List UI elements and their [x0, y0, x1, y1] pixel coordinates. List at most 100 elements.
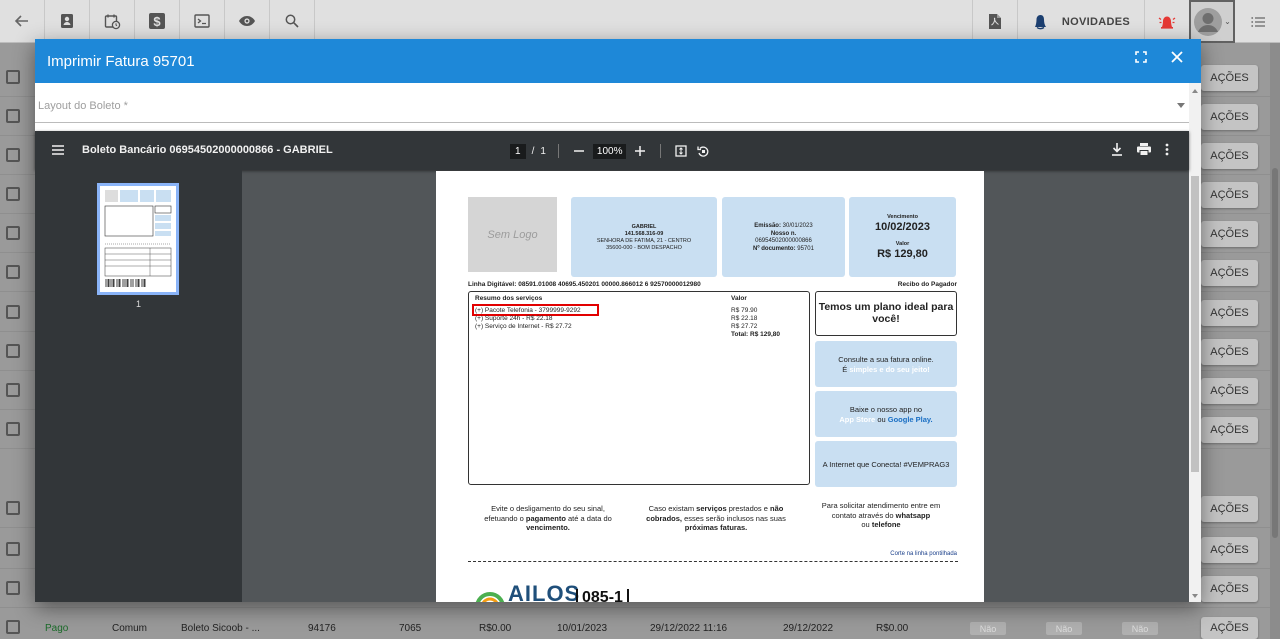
more-options-icon[interactable] [1165, 143, 1169, 159]
app-store-link: App Store [839, 415, 876, 424]
row-checkbox[interactable] [6, 70, 20, 84]
scroll-down-icon[interactable] [1192, 594, 1198, 598]
footer-text: próximas faturas. [684, 523, 748, 532]
page-thumbnail[interactable] [97, 183, 179, 295]
service-item: (+) Pacote Telefonia - 3799999-9292 [475, 307, 581, 314]
service-value: R$ 22.18 [731, 315, 758, 322]
current-page-input[interactable]: 1 [510, 143, 526, 159]
cell-value: R$0.00 [479, 623, 512, 634]
documento-number: 95701 [797, 245, 814, 252]
alarm-bell-icon[interactable] [1144, 0, 1189, 43]
valor-amount: R$ 129,80 [877, 248, 928, 260]
page-scrollbar[interactable] [1270, 43, 1280, 639]
internet-slogan-box: A Internet que Conecta! #VEMPRAG3 [815, 441, 957, 487]
valor-label: Valor [895, 241, 910, 247]
zoom-in-icon[interactable] [632, 143, 648, 159]
acoes-button[interactable]: AÇÕES [1201, 576, 1258, 602]
client-city: 35600-000 - BOM DESPACHO [606, 245, 682, 251]
dialog-scrollbar[interactable] [1189, 83, 1201, 602]
acoes-button[interactable]: AÇÕES [1201, 617, 1258, 639]
list-menu-icon[interactable] [1235, 0, 1280, 43]
emissao-date: 30/01/2023 [782, 223, 813, 229]
footer-text: Caso existam [648, 504, 695, 513]
acoes-button[interactable]: AÇÕES [1201, 537, 1258, 563]
row-checkbox[interactable] [6, 620, 20, 634]
row-checkbox[interactable] [6, 542, 20, 556]
contact-card-icon[interactable] [45, 0, 90, 43]
dollar-icon[interactable]: $ [135, 0, 180, 43]
hamburger-menu-icon[interactable] [52, 144, 64, 158]
page-navigation: 1 / 1 100% [510, 143, 711, 159]
rotate-icon[interactable] [695, 143, 711, 159]
flag-badge: Não [1122, 622, 1158, 635]
row-checkbox[interactable] [6, 344, 20, 358]
terminal-icon[interactable] [180, 0, 225, 43]
cut-line [468, 561, 958, 562]
footer-text: serviços [696, 504, 727, 513]
zoom-level-input[interactable]: 100% [592, 143, 627, 159]
service-item: (+) Suporte 24h - R$ 22.18 [475, 315, 553, 322]
flag-badge: Não [970, 622, 1006, 635]
row-checkbox[interactable] [6, 422, 20, 436]
chevron-down-icon: ⌄ [1224, 17, 1231, 26]
row-checkbox[interactable] [6, 581, 20, 595]
cta-consult-line1: Consulte a sua fatura online. [838, 355, 934, 364]
row-checkbox[interactable] [6, 265, 20, 279]
cell-date: 29/12/2022 [783, 623, 834, 634]
client-info-box: GABRIEL 141.568.316-09 SENHORA DE FATIMA… [571, 197, 717, 277]
footer-text: contato através do [831, 510, 894, 520]
acoes-button[interactable]: AÇÕES [1201, 65, 1258, 91]
row-checkbox[interactable] [6, 305, 20, 319]
emission-info-box: Emissão: 30/01/2023 Nosso n. 06954502000… [722, 197, 845, 277]
row-checkbox[interactable] [6, 109, 20, 123]
footer-text: cobrados, [646, 513, 683, 523]
client-name: GABRIEL [631, 224, 657, 230]
page-scrollbar-thumb[interactable] [1272, 168, 1278, 538]
print-icon[interactable] [1137, 143, 1151, 159]
acoes-button[interactable]: AÇÕES [1201, 378, 1258, 404]
scroll-up-icon[interactable] [1192, 89, 1198, 93]
nosso-numero-label: Nosso n. [770, 230, 797, 237]
user-avatar-button[interactable]: ⌄ [1189, 0, 1235, 43]
pdf-file-icon[interactable] [971, 0, 1017, 43]
row-checkbox[interactable] [6, 226, 20, 240]
cta-consult-line2a: É [842, 365, 848, 374]
calendar-clock-icon[interactable] [90, 0, 135, 43]
novidades-button[interactable]: NOVIDADES [1016, 0, 1144, 43]
footer-text: não [770, 504, 784, 513]
acoes-button[interactable]: AÇÕES [1201, 260, 1258, 286]
acoes-button[interactable]: AÇÕES [1201, 417, 1258, 443]
layout-boleto-select[interactable]: Layout do Boleto * [35, 83, 1189, 123]
acoes-button[interactable]: AÇÕES [1201, 339, 1258, 365]
cell-number: 94176 [308, 623, 336, 634]
services-values: R$ 79.90 R$ 22.18 R$ 27.72 Total: R$ 129… [731, 307, 780, 339]
acoes-button[interactable]: AÇÕES [1201, 143, 1258, 169]
dialog-scrollbar-thumb[interactable] [1191, 176, 1199, 472]
back-arrow-icon[interactable] [0, 0, 45, 43]
row-checkbox[interactable] [6, 148, 20, 162]
plan-promo-box: Temos um plano ideal para você! [815, 291, 957, 336]
row-checkbox[interactable] [6, 187, 20, 201]
recibo-pagador: Recibo do Pagador [897, 281, 957, 288]
download-icon[interactable] [1111, 143, 1123, 159]
service-item: (+) Serviço de Internet - R$ 27.72 [475, 323, 572, 330]
acoes-button[interactable]: AÇÕES [1201, 104, 1258, 130]
pdf-page: Sem Logo GABRIEL 141.568.316-09 SENHORA … [436, 171, 984, 602]
row-checkbox[interactable] [6, 501, 20, 515]
fit-page-icon[interactable] [673, 143, 689, 159]
eye-icon[interactable] [225, 0, 270, 43]
cell-code: 7065 [399, 623, 422, 634]
row-checkbox[interactable] [6, 383, 20, 397]
zoom-out-icon[interactable] [571, 143, 587, 159]
search-icon[interactable] [270, 0, 315, 43]
pdf-document-title: Boleto Bancário 06954502000000866 - GABR… [82, 144, 333, 156]
acoes-button[interactable]: AÇÕES [1201, 182, 1258, 208]
avatar [1194, 7, 1223, 36]
vencimento-date: 10/02/2023 [874, 221, 931, 233]
thumbnail-page-number: 1 [135, 299, 141, 309]
acoes-button[interactable]: AÇÕES [1201, 496, 1258, 522]
close-icon[interactable] [1171, 51, 1183, 66]
fullscreen-icon[interactable] [1135, 51, 1147, 66]
acoes-button[interactable]: AÇÕES [1201, 221, 1258, 247]
acoes-button[interactable]: AÇÕES [1201, 300, 1258, 326]
